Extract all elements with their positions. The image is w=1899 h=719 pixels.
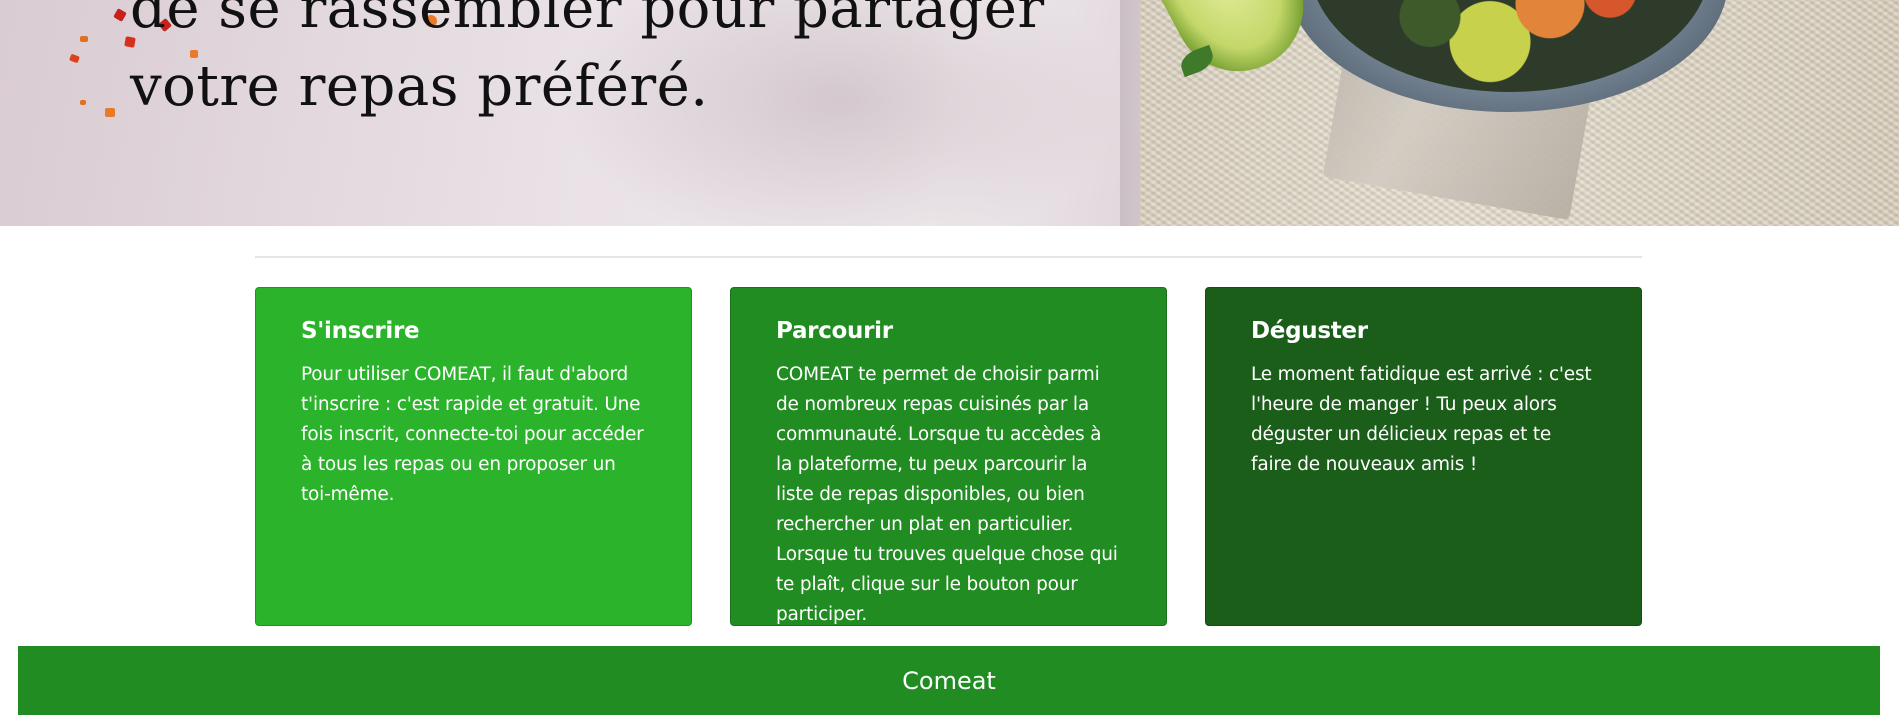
card-browse: Parcourir COMEAT te permet de choisir pa…: [730, 287, 1167, 626]
hero-title-line-2: votre repas préféré.: [130, 54, 709, 119]
hero-banner: de se rassembler pour partager votre rep…: [0, 0, 1899, 226]
card-browse-text: COMEAT te permet de choisir parmi de nom…: [776, 364, 1118, 625]
pepper-flake: [113, 8, 127, 22]
footer-bar: Comeat: [18, 646, 1880, 715]
pepper-flake: [69, 53, 80, 64]
card-browse-title: Parcourir: [776, 318, 893, 344]
section-divider: [255, 256, 1642, 258]
page: de se rassembler pour partager votre rep…: [0, 0, 1899, 719]
hero-title: de se rassembler pour partager votre rep…: [130, 0, 1045, 126]
card-signup-text: Pour utiliser COMEAT, il faut d'abord t'…: [301, 364, 644, 505]
card-signup-title: S'inscrire: [301, 318, 420, 344]
steps-cards: S'inscrire Pour utiliser COMEAT, il faut…: [255, 287, 1642, 626]
card-taste-text: Le moment fatidique est arrivé : c'est l…: [1251, 364, 1592, 475]
card-signup: S'inscrire Pour utiliser COMEAT, il faut…: [255, 287, 692, 626]
pepper-flake: [105, 108, 115, 117]
card-taste: Déguster Le moment fatidique est arrivé …: [1205, 287, 1642, 626]
card-taste-title: Déguster: [1251, 318, 1368, 344]
hero-title-line-1: de se rassembler pour partager: [130, 0, 1045, 41]
pepper-flake: [80, 36, 88, 42]
footer-brand: Comeat: [902, 666, 996, 695]
pepper-flake: [80, 100, 86, 105]
